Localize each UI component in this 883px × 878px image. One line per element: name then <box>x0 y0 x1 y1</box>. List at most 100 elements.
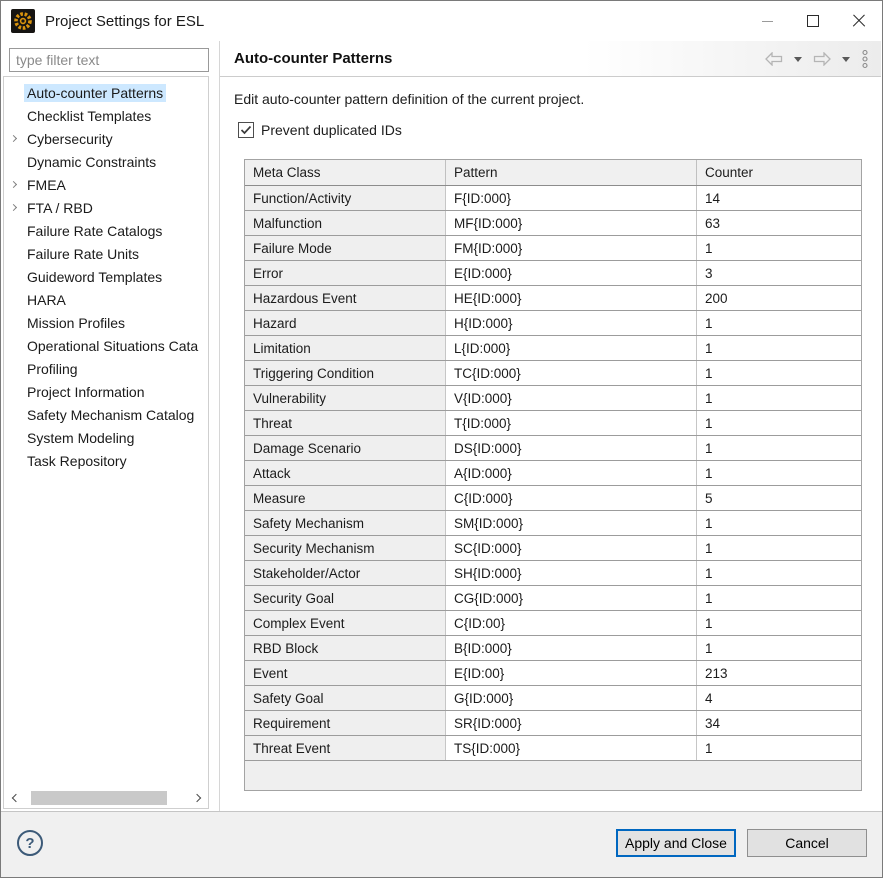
counter-cell[interactable]: 1 <box>697 311 861 335</box>
table-row[interactable]: Threat Event TS{ID:000} 1 <box>245 736 861 761</box>
table-row[interactable]: Safety Goal G{ID:000} 4 <box>245 686 861 711</box>
pattern-cell[interactable]: MF{ID:000} <box>446 211 697 235</box>
forward-history-dropdown[interactable] <box>837 47 855 71</box>
meta-class-cell[interactable]: Threat <box>245 411 446 435</box>
counter-cell[interactable]: 1 <box>697 361 861 385</box>
counter-cell[interactable]: 1 <box>697 586 861 610</box>
sidebar-item[interactable]: FMEA <box>4 173 208 196</box>
pattern-cell[interactable]: C{ID:000} <box>446 486 697 510</box>
counter-cell[interactable]: 1 <box>697 511 861 535</box>
meta-class-cell[interactable]: Function/Activity <box>245 186 446 210</box>
sidebar-item[interactable]: Failure Rate Catalogs <box>4 219 208 242</box>
column-header-counter[interactable]: Counter <box>697 160 861 185</box>
counter-cell[interactable]: 34 <box>697 711 861 735</box>
counter-cell[interactable]: 1 <box>697 736 861 760</box>
counter-cell[interactable]: 200 <box>697 286 861 310</box>
counter-cell[interactable]: 1 <box>697 536 861 560</box>
sidebar-item[interactable]: System Modeling <box>4 426 208 449</box>
scrollbar-track[interactable] <box>23 789 189 807</box>
meta-class-cell[interactable]: Damage Scenario <box>245 436 446 460</box>
horizontal-scrollbar[interactable] <box>5 789 207 807</box>
counter-cell[interactable]: 3 <box>697 261 861 285</box>
meta-class-cell[interactable]: RBD Block <box>245 636 446 660</box>
pattern-cell[interactable]: E{ID:00} <box>446 661 697 685</box>
table-row[interactable]: Safety Mechanism SM{ID:000} 1 <box>245 511 861 536</box>
pattern-cell[interactable]: SH{ID:000} <box>446 561 697 585</box>
column-header-meta-class[interactable]: Meta Class <box>245 160 446 185</box>
back-history-dropdown[interactable] <box>789 47 807 71</box>
sidebar-item[interactable]: Dynamic Constraints <box>4 150 208 173</box>
prevent-duplicated-ids-checkbox[interactable]: Prevent duplicated IDs <box>238 122 402 138</box>
meta-class-cell[interactable]: Requirement <box>245 711 446 735</box>
counter-cell[interactable]: 4 <box>697 686 861 710</box>
meta-class-cell[interactable]: Measure <box>245 486 446 510</box>
pattern-cell[interactable]: SR{ID:000} <box>446 711 697 735</box>
counter-cell[interactable]: 1 <box>697 636 861 660</box>
sidebar-item[interactable]: Project Information <box>4 380 208 403</box>
table-row[interactable]: Threat T{ID:000} 1 <box>245 411 861 436</box>
counter-cell[interactable]: 5 <box>697 486 861 510</box>
meta-class-cell[interactable]: Security Mechanism <box>245 536 446 560</box>
meta-class-cell[interactable]: Security Goal <box>245 586 446 610</box>
sidebar-item[interactable]: Guideword Templates <box>4 265 208 288</box>
sidebar-item[interactable]: Task Repository <box>4 449 208 472</box>
pattern-cell[interactable]: V{ID:000} <box>446 386 697 410</box>
sidebar-item[interactable]: Operational Situations Cata <box>4 334 208 357</box>
back-button[interactable] <box>763 47 785 71</box>
maximize-button[interactable] <box>790 1 836 41</box>
meta-class-cell[interactable]: Malfunction <box>245 211 446 235</box>
meta-class-cell[interactable]: Triggering Condition <box>245 361 446 385</box>
counter-cell[interactable]: 1 <box>697 461 861 485</box>
scrollbar-thumb[interactable] <box>31 791 167 805</box>
meta-class-cell[interactable]: Complex Event <box>245 611 446 635</box>
meta-class-cell[interactable]: Safety Goal <box>245 686 446 710</box>
sidebar-item[interactable]: FTA / RBD <box>4 196 208 219</box>
meta-class-cell[interactable]: Attack <box>245 461 446 485</box>
pattern-cell[interactable]: B{ID:000} <box>446 636 697 660</box>
table-row[interactable]: Attack A{ID:000} 1 <box>245 461 861 486</box>
pattern-cell[interactable]: SM{ID:000} <box>446 511 697 535</box>
pattern-cell[interactable]: FM{ID:000} <box>446 236 697 260</box>
sidebar-item[interactable]: Failure Rate Units <box>4 242 208 265</box>
meta-class-cell[interactable]: Hazard <box>245 311 446 335</box>
minimize-button[interactable] <box>744 1 790 41</box>
meta-class-cell[interactable]: Vulnerability <box>245 386 446 410</box>
forward-button[interactable] <box>811 47 833 71</box>
counter-cell[interactable]: 63 <box>697 211 861 235</box>
table-row[interactable]: Function/Activity F{ID:000} 14 <box>245 186 861 211</box>
pattern-cell[interactable]: TC{ID:000} <box>446 361 697 385</box>
table-row[interactable]: Error E{ID:000} 3 <box>245 261 861 286</box>
expand-chevron-box[interactable] <box>4 205 24 210</box>
pattern-cell[interactable]: HE{ID:000} <box>446 286 697 310</box>
meta-class-cell[interactable]: Event <box>245 661 446 685</box>
pattern-cell[interactable]: H{ID:000} <box>446 311 697 335</box>
counter-cell[interactable]: 1 <box>697 236 861 260</box>
table-row[interactable]: Complex Event C{ID:00} 1 <box>245 611 861 636</box>
meta-class-cell[interactable]: Limitation <box>245 336 446 360</box>
cancel-button[interactable]: Cancel <box>747 829 867 857</box>
counter-cell[interactable]: 1 <box>697 386 861 410</box>
table-row[interactable]: RBD Block B{ID:000} 1 <box>245 636 861 661</box>
sidebar-item[interactable]: Checklist Templates <box>4 104 208 127</box>
sidebar-item[interactable]: HARA <box>4 288 208 311</box>
close-button[interactable] <box>836 1 882 41</box>
view-menu-button[interactable] <box>859 47 871 71</box>
pattern-cell[interactable]: TS{ID:000} <box>446 736 697 760</box>
expand-chevron-box[interactable] <box>4 136 24 141</box>
scroll-right-button[interactable] <box>189 789 207 807</box>
table-row[interactable]: Triggering Condition TC{ID:000} 1 <box>245 361 861 386</box>
meta-class-cell[interactable]: Hazardous Event <box>245 286 446 310</box>
counter-cell[interactable]: 1 <box>697 411 861 435</box>
pattern-cell[interactable]: DS{ID:000} <box>446 436 697 460</box>
table-row[interactable]: Damage Scenario DS{ID:000} 1 <box>245 436 861 461</box>
counter-cell[interactable]: 1 <box>697 561 861 585</box>
pattern-cell[interactable]: C{ID:00} <box>446 611 697 635</box>
pattern-cell[interactable]: SC{ID:000} <box>446 536 697 560</box>
counter-cell[interactable]: 14 <box>697 186 861 210</box>
pattern-cell[interactable]: T{ID:000} <box>446 411 697 435</box>
table-row[interactable]: Vulnerability V{ID:000} 1 <box>245 386 861 411</box>
table-row[interactable]: Event E{ID:00} 213 <box>245 661 861 686</box>
pattern-cell[interactable]: L{ID:000} <box>446 336 697 360</box>
pattern-cell[interactable]: F{ID:000} <box>446 186 697 210</box>
counter-cell[interactable]: 1 <box>697 611 861 635</box>
